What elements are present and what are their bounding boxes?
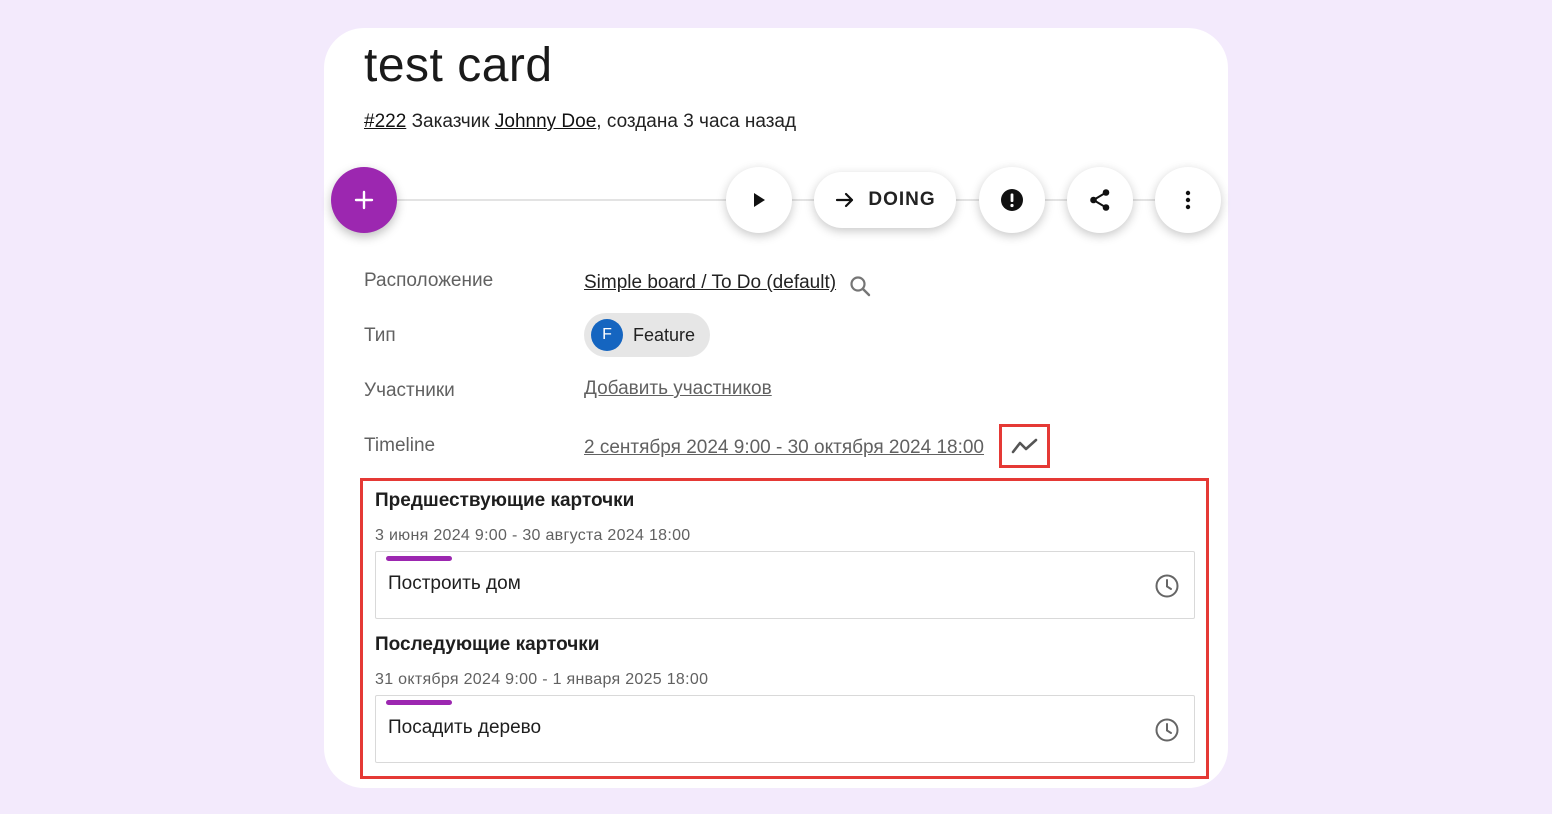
location-value: Simple board / To Do (default) [584, 268, 872, 298]
play-icon [754, 193, 765, 207]
move-to-doing-button[interactable]: DOING [814, 172, 956, 228]
share-icon [1090, 189, 1110, 211]
move-label: DOING [868, 189, 936, 210]
members-value: Добавить участников [584, 378, 772, 400]
successors-title: Последующие карточки [375, 634, 600, 655]
add-members-link[interactable]: Добавить участников [584, 378, 772, 399]
type-label: Тип [364, 325, 396, 346]
predecessors-title: Предшествующие карточки [375, 490, 635, 511]
type-value: Feature [633, 324, 696, 345]
card-meta: #222 Заказчик Johnny Doe, создана 3 часа… [364, 111, 796, 133]
created-text: , создана 3 часа назад [596, 111, 797, 132]
successor-card[interactable]: Посадить дерево [375, 695, 1195, 763]
predecessor-card-name: Построить дом [388, 573, 521, 594]
type-avatar: F [591, 319, 623, 351]
plus-icon [354, 190, 374, 210]
card-color-bar [386, 700, 452, 705]
more-vertical-icon [1185, 190, 1191, 210]
location-label: Расположение [364, 270, 494, 291]
timeline-label: Timeline [364, 435, 436, 456]
predecessor-card[interactable]: Построить дом [375, 551, 1195, 619]
arrow-right-icon [836, 192, 854, 208]
type-chip[interactable]: F Feature [584, 313, 710, 357]
timeline-value: 2 сентября 2024 9:00 - 30 октября 2024 1… [584, 437, 984, 459]
clock-icon[interactable] [1154, 717, 1180, 743]
dependencies-toggle-highlight [999, 424, 1050, 468]
clock-icon[interactable] [1154, 573, 1180, 599]
location-link[interactable]: Simple board / To Do (default) [584, 272, 836, 294]
trend-line-icon[interactable] [1011, 437, 1039, 455]
card-number-link[interactable]: #222 [364, 111, 406, 132]
successor-card-name: Посадить дерево [388, 717, 542, 738]
start-button[interactable] [726, 167, 792, 233]
predecessors-date: 3 июня 2024 9:00 - 30 августа 2024 18:00 [375, 527, 691, 544]
block-button[interactable] [979, 167, 1045, 233]
customer-prefix: Заказчик [411, 111, 490, 132]
card-title[interactable]: test card [364, 38, 553, 93]
search-icon[interactable] [848, 274, 872, 298]
timeline-link[interactable]: 2 сентября 2024 9:00 - 30 октября 2024 1… [584, 437, 984, 458]
more-button[interactable] [1155, 167, 1221, 233]
card-color-bar [386, 556, 452, 561]
successors-date: 31 октября 2024 9:00 - 1 января 2025 18:… [375, 671, 709, 688]
customer-link[interactable]: Johnny Doe [495, 111, 596, 132]
members-label: Участники [364, 380, 455, 401]
share-button[interactable] [1067, 167, 1133, 233]
exclamation-circle-icon [1001, 189, 1023, 211]
add-button[interactable] [331, 167, 397, 233]
